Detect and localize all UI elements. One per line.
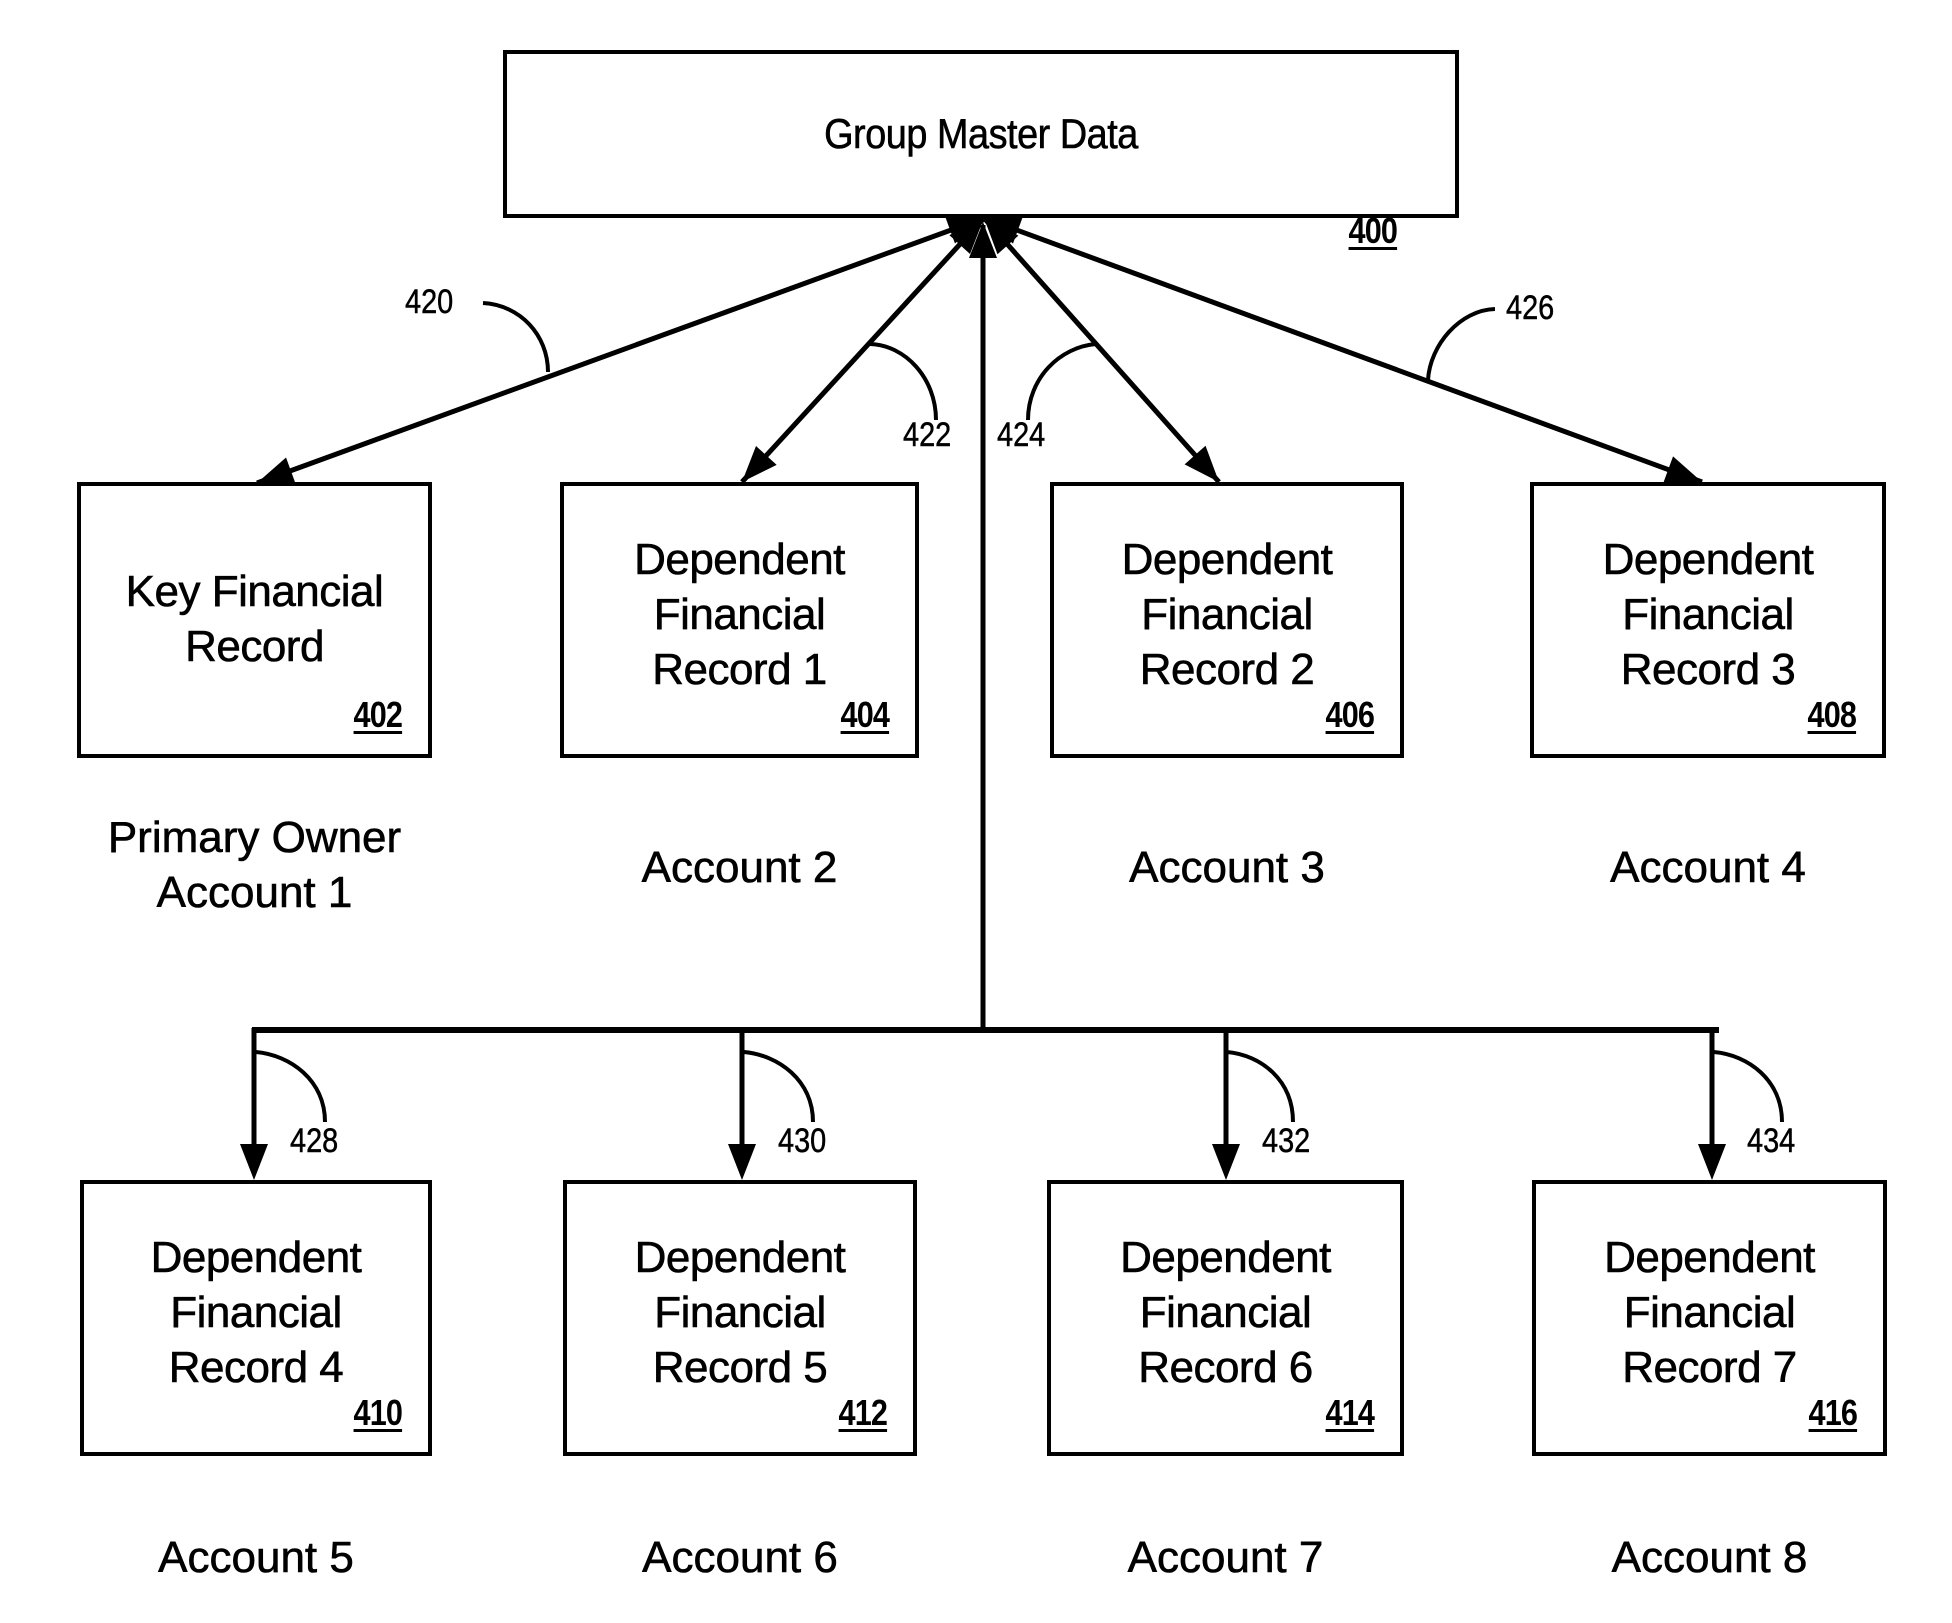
record-title-line: Financial (1622, 590, 1795, 640)
record-ref-number: 406 (1325, 694, 1374, 735)
dependent-financial-record-box[interactable]: Dependent Financial Record 7 416 (1532, 1180, 1887, 1456)
account-label: Account 3 (1017, 840, 1437, 895)
record-title-line: Dependent (1120, 1233, 1332, 1283)
account-label: Account 2 (530, 840, 950, 895)
account-label-line: Account 6 (642, 1533, 838, 1583)
arrowhead-down (257, 457, 296, 484)
account-label-line: Account 1 (156, 868, 353, 918)
account-label: Account 5 (46, 1530, 466, 1585)
group-master-data-ref: 400 (1348, 210, 1397, 251)
key-financial-record-box[interactable]: Key Financial Record 402 (77, 482, 432, 758)
arrowhead-down (1663, 456, 1702, 483)
connector-ref-label: 426 (1506, 289, 1555, 327)
record-title-line: Financial (1141, 590, 1314, 640)
dependent-financial-record-box[interactable]: Dependent Financial Record 4 410 (80, 1180, 432, 1456)
leader-curve (1713, 1050, 1784, 1123)
record-ref-number: 416 (1808, 1392, 1857, 1433)
record-ref-number: 404 (840, 694, 889, 735)
record-ref-number: 408 (1807, 694, 1856, 735)
account-label: Account 4 (1498, 840, 1918, 895)
account-label: Account 8 (1500, 1530, 1920, 1585)
leader-curve (743, 1050, 815, 1123)
arrowhead-down (240, 1144, 268, 1180)
record-title-line: Dependent (1602, 535, 1814, 585)
dependent-financial-record-box[interactable]: Dependent Financial Record 2 406 (1050, 482, 1404, 758)
record-title-line: Record 2 (1139, 645, 1315, 695)
account-label: Account 7 (1016, 1530, 1436, 1585)
dependent-financial-record-box[interactable]: Dependent Financial Record 3 408 (1530, 482, 1886, 758)
connector-ref-label: 420 (405, 283, 454, 321)
connector-ref-label: 428 (290, 1122, 339, 1160)
record-title-line: Financial (653, 590, 826, 640)
account-label-line: Account 2 (641, 843, 838, 893)
connector-ref-label: 434 (1747, 1122, 1796, 1160)
record-title-line: Dependent (634, 1233, 846, 1283)
account-label-line: Account 8 (1611, 1533, 1808, 1583)
connector-line (983, 215, 1703, 485)
leader-curve (869, 342, 938, 421)
leader-curve (1426, 307, 1496, 381)
record-title-line: Record 5 (652, 1343, 828, 1393)
record-title-line: Dependent (1121, 535, 1333, 585)
group-master-data-box[interactable]: Group Master Data 400 (503, 50, 1459, 251)
record-title-line: Financial (1623, 1288, 1796, 1338)
record-title-line: Financial (1139, 1288, 1312, 1338)
account-label: Primary Owner Account 1 (45, 810, 465, 920)
dependent-financial-record-box[interactable]: Dependent Financial Record 1 404 (560, 482, 919, 758)
record-title-line: Record (185, 622, 325, 672)
group-master-data-title: Group Master Data (824, 110, 1139, 158)
account-label-line: Account 4 (1610, 843, 1806, 893)
record-title-line: Record 6 (1138, 1343, 1314, 1393)
record-title-line: Dependent (634, 535, 846, 585)
leader-curve (255, 1050, 327, 1123)
record-title-line: Financial (654, 1288, 827, 1338)
record-title-line: Record 3 (1620, 645, 1796, 695)
record-title-line: Key Financial (125, 567, 384, 617)
account-label: Account 6 (530, 1530, 950, 1585)
dependent-financial-record-box[interactable]: Dependent Financial Record 5 412 (563, 1180, 917, 1456)
connector-line (256, 215, 985, 486)
account-label-line: Account 7 (1127, 1533, 1324, 1583)
record-title-line: Financial (170, 1288, 343, 1338)
dependent-financial-record-box[interactable]: Dependent Financial Record 6 414 (1047, 1180, 1404, 1456)
leader-curve (1226, 1050, 1295, 1123)
record-ref-number: 402 (353, 694, 402, 735)
record-title-line: Record 1 (652, 645, 828, 695)
record-title-line: Record 4 (168, 1343, 344, 1393)
account-label-line: Account 3 (1129, 843, 1325, 893)
arrowhead-down (1212, 1144, 1240, 1180)
connector-ref-label: 430 (778, 1122, 827, 1160)
account-label-line: Account 5 (158, 1533, 354, 1583)
leader-curve (1026, 342, 1097, 421)
record-title-line: Dependent (150, 1233, 362, 1283)
account-label-line: Primary Owner (107, 813, 402, 863)
connector-ref-label: 424 (997, 416, 1046, 454)
arrowhead-down (1698, 1144, 1726, 1180)
connector-ref-label: 422 (903, 416, 952, 454)
leader-curve (482, 301, 550, 373)
connector-ref-label: 432 (1262, 1122, 1311, 1160)
record-ref-number: 412 (838, 1392, 887, 1433)
record-title-line: Record 7 (1622, 1343, 1798, 1393)
record-ref-number: 410 (353, 1392, 402, 1433)
arrowhead-down (728, 1144, 756, 1180)
record-title-line: Dependent (1604, 1233, 1816, 1283)
record-ref-number: 414 (1325, 1392, 1374, 1433)
